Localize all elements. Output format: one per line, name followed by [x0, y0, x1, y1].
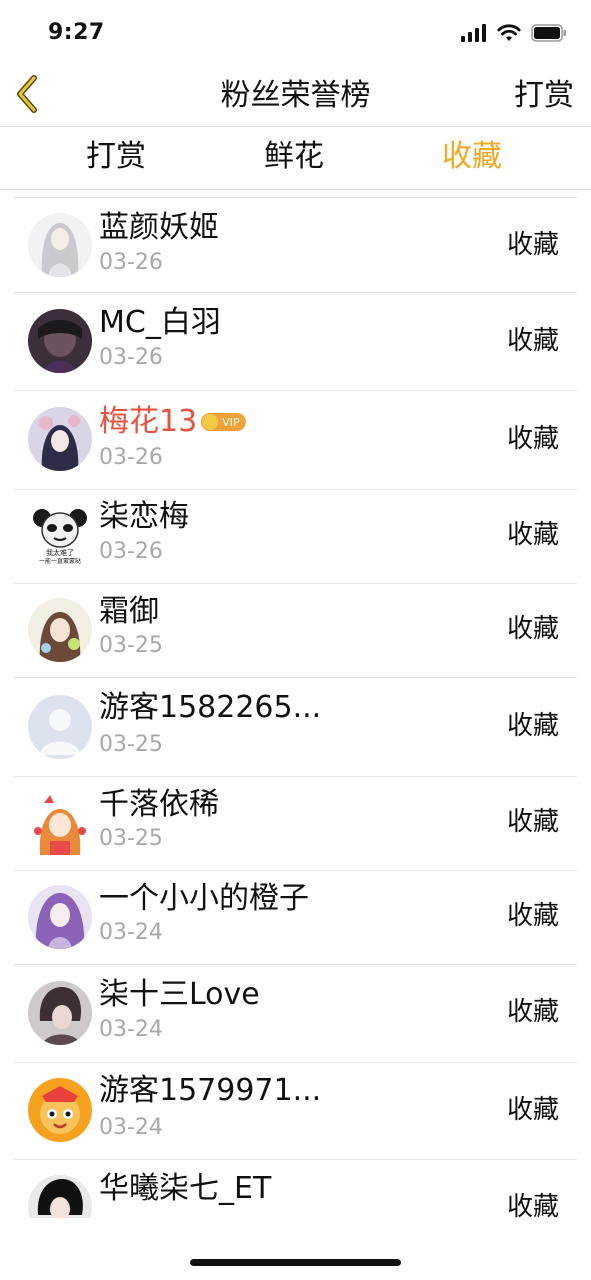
favorite-label: 收藏: [506, 997, 559, 1027]
name-line: MC_白羽: [99, 305, 221, 341]
user-name: 霜御: [99, 594, 159, 629]
list-item[interactable]: 霜御 03-25 收藏: [14, 584, 577, 678]
list-item[interactable]: 华曦柒七_ET 收藏: [14, 1160, 577, 1218]
avatar: [28, 981, 92, 1045]
avatar: [28, 885, 92, 949]
fan-list: 蓝颜妖姬 03-26 收藏 MC_白羽 03-26 收藏 梅花13 VIP 03…: [14, 197, 577, 1218]
vip-badge: VIP: [201, 413, 246, 431]
favorite-date: 03-25: [99, 732, 163, 757]
avatar: [28, 1078, 92, 1142]
list-item[interactable]: 我太难了 一能一直蒙蒙哒 柒恋梅 03-26 收藏: [14, 490, 577, 584]
avatar: [28, 407, 92, 471]
tab-favorites[interactable]: 收藏: [442, 137, 502, 177]
user-name: 游客1582265...: [99, 690, 322, 725]
list-item[interactable]: 柒十三Love 03-24 收藏: [14, 965, 577, 1063]
name-line: 游客1579971...: [99, 1073, 321, 1109]
user-name: 柒十三Love: [99, 977, 260, 1012]
favorite-date: 03-24: [99, 1017, 163, 1042]
cellular-signal-icon: [461, 24, 487, 46]
avatar: 我太难了 一能一直蒙蒙哒: [28, 504, 92, 568]
name-line: 霜御: [99, 594, 159, 630]
user-name: 华曦柒七_ET: [99, 1171, 272, 1206]
name-line: 梅花13 VIP: [99, 404, 246, 440]
favorite-label: 收藏: [506, 1192, 559, 1218]
user-name: MC_白羽: [99, 305, 221, 340]
avatar: [28, 309, 92, 373]
avatar: [28, 598, 92, 662]
battery-icon: [531, 24, 567, 46]
user-name: 梅花13: [99, 404, 198, 439]
avatar: [28, 791, 92, 855]
favorite-label: 收藏: [506, 1095, 559, 1125]
favorite-date: 03-25: [99, 826, 163, 851]
favorite-label: 收藏: [506, 326, 559, 356]
list-item[interactable]: 梅花13 VIP 03-26 收藏: [14, 391, 577, 490]
name-line: 千落依稀: [99, 787, 219, 823]
tab-bar: 打赏 鲜花 收藏: [0, 127, 591, 190]
favorite-label: 收藏: [506, 807, 559, 837]
name-line: 游客1582265...: [99, 690, 321, 726]
favorite-label: 收藏: [506, 424, 559, 454]
tab-tip[interactable]: 打赏: [86, 137, 146, 177]
vip-badge-label: VIP: [222, 415, 240, 429]
favorite-date: 03-25: [99, 633, 163, 658]
user-name: 柒恋梅: [99, 499, 189, 534]
status-bar: 9:27: [0, 0, 591, 66]
favorite-label: 收藏: [506, 711, 559, 741]
favorite-date: 03-26: [99, 539, 163, 564]
tab-flowers[interactable]: 鲜花: [264, 137, 324, 177]
page-title: 粉丝荣誉榜: [220, 78, 371, 113]
favorite-label: 收藏: [506, 230, 559, 260]
favorite-date: 03-24: [99, 920, 163, 945]
favorite-label: 收藏: [506, 614, 559, 644]
user-name: 蓝颜妖姬: [99, 210, 219, 245]
name-line: 柒十三Love: [99, 977, 260, 1013]
list-item[interactable]: 一个小小的橙子 03-24 收藏: [14, 871, 577, 965]
name-line: 蓝颜妖姬: [99, 210, 219, 246]
crown-icon: [201, 413, 220, 431]
favorite-date: 03-26: [99, 250, 163, 275]
list-item[interactable]: 游客1582265... 03-25 收藏: [14, 678, 577, 777]
favorite-label: 收藏: [506, 901, 559, 931]
list-item[interactable]: MC_白羽 03-26 收藏: [14, 293, 577, 391]
avatar: [28, 1175, 92, 1218]
name-line: 华曦柒七_ET: [99, 1171, 271, 1207]
tip-button[interactable]: 打赏: [514, 76, 574, 116]
home-indicator[interactable]: [190, 1259, 401, 1266]
avatar: [28, 213, 92, 277]
name-line: 一个小小的橙子: [99, 881, 309, 917]
status-time: 9:27: [48, 20, 105, 45]
favorite-label: 收藏: [506, 520, 559, 550]
list-item[interactable]: 游客1579971... 03-24 收藏: [14, 1063, 577, 1160]
nav-bar: 粉丝荣誉榜 打赏: [0, 66, 591, 127]
status-icons: [461, 24, 567, 46]
avatar-caption: 一能一直蒙蒙哒: [38, 558, 81, 565]
wifi-icon: [497, 24, 521, 46]
user-name: 千落依稀: [99, 787, 219, 822]
favorite-date: 03-24: [99, 1115, 163, 1140]
name-line: 柒恋梅: [99, 499, 189, 535]
user-name: 游客1579971...: [99, 1073, 322, 1108]
list-item[interactable]: 千落依稀 03-25 收藏: [14, 777, 577, 871]
user-name: 一个小小的橙子: [99, 881, 309, 916]
list-item[interactable]: 蓝颜妖姬 03-26 收藏: [14, 198, 577, 293]
favorite-date: 03-26: [99, 445, 163, 470]
favorite-date: 03-26: [99, 345, 163, 370]
avatar: [28, 695, 92, 759]
avatar-caption: 我太难了: [46, 549, 74, 557]
